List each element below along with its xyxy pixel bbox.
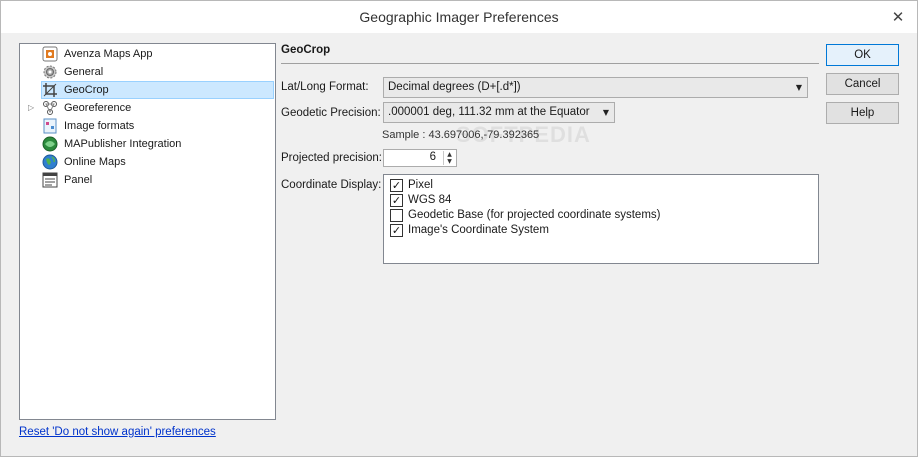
tree-item-online-maps[interactable]: Online Maps <box>42 153 274 171</box>
tree-item-avenza-maps-app[interactable]: Avenza Maps App <box>42 45 274 63</box>
reset-preferences-link[interactable]: Reset 'Do not show again' preferences <box>19 426 216 438</box>
tree-item-label: Online Maps <box>64 156 126 168</box>
stepper-buttons: ▲ ▼ <box>443 151 455 165</box>
checkbox-checked[interactable]: ✓ <box>390 193 403 207</box>
title-bar: Geographic Imager Preferences ✕ <box>1 1 917 33</box>
coordinate-display-list[interactable]: ✓ Pixel ✓ WGS 84 Geodetic Base (for proj… <box>383 174 819 264</box>
chevron-down-icon: ▼ <box>795 83 802 92</box>
sample-coordinates: Sample : 43.697006,-79.392365 <box>382 129 540 141</box>
geodetic-precision-label: Geodetic Precision: <box>281 107 381 119</box>
tree-item-label: MAPublisher Integration <box>64 138 182 150</box>
tree-item-label: General <box>64 66 104 78</box>
coord-option-label: Pixel <box>408 179 433 191</box>
coord-option-wgs84[interactable]: ✓ WGS 84 <box>390 193 451 207</box>
ok-button[interactable]: OK <box>826 44 899 66</box>
coordinate-display-label: Coordinate Display: <box>281 179 382 191</box>
help-button[interactable]: Help <box>826 102 899 124</box>
section-title: GeoCrop <box>281 44 331 56</box>
projected-precision-stepper[interactable]: 6 ▲ ▼ <box>383 149 457 167</box>
coord-option-geodetic-base[interactable]: Geodetic Base (for projected coordinate … <box>390 208 660 222</box>
preferences-window: Geographic Imager Preferences ✕ Avenza M… <box>0 0 918 457</box>
avenza-maps-icon <box>42 46 58 62</box>
coord-option-label: WGS 84 <box>408 194 452 206</box>
stepper-down-icon[interactable]: ▼ <box>444 158 455 165</box>
tree-item-label: Avenza Maps App <box>64 48 153 60</box>
checkbox-checked[interactable]: ✓ <box>390 223 403 237</box>
expand-georeference-icon[interactable]: ▷ <box>28 103 38 113</box>
coord-option-pixel[interactable]: ✓ Pixel <box>390 178 433 192</box>
stepper-up-icon[interactable]: ▲ <box>444 151 455 158</box>
chevron-down-icon: ▼ <box>602 108 609 117</box>
coord-option-image-coordinate-system[interactable]: ✓ Image's Coordinate System <box>390 223 549 237</box>
globe-icon <box>42 154 58 170</box>
latlong-format-label: Lat/Long Format: <box>281 81 369 93</box>
section-divider <box>281 63 819 64</box>
tree-item-geocrop[interactable]: GeoCrop <box>41 81 274 99</box>
mapublisher-icon <box>42 136 58 152</box>
checkbox-unchecked[interactable] <box>390 208 403 222</box>
image-formats-icon <box>42 118 58 134</box>
tree-item-mapublisher-integration[interactable]: MAPublisher Integration <box>42 135 274 153</box>
latlong-format-select[interactable]: Decimal degrees (D+[.d*]) ▼ <box>383 77 808 98</box>
coord-option-label: Image's Coordinate System <box>408 224 549 236</box>
checkbox-checked[interactable]: ✓ <box>390 178 403 192</box>
geodetic-precision-select[interactable]: .000001 deg, 111.32 mm at the Equator ▼ <box>383 102 615 123</box>
panel-icon <box>42 172 58 188</box>
crop-icon <box>42 82 58 98</box>
tree-item-label: Panel <box>64 174 93 186</box>
latlong-format-value: Decimal degrees (D+[.d*]) <box>388 81 521 93</box>
coord-option-label: Geodetic Base (for projected coordinate … <box>408 209 661 221</box>
preferences-tree[interactable]: Avenza Maps App General GeoCrop ▷ Georef… <box>19 43 276 420</box>
georeference-icon <box>42 100 58 116</box>
projected-precision-label: Projected precision: <box>281 152 382 164</box>
gear-icon <box>42 64 58 80</box>
tree-item-general[interactable]: General <box>42 63 274 81</box>
tree-item-label: GeoCrop <box>64 84 109 96</box>
geodetic-precision-value: .000001 deg, 111.32 mm at the Equator <box>388 106 590 118</box>
window-title: Geographic Imager Preferences <box>359 9 559 25</box>
tree-item-georeference[interactable]: Georeference <box>42 99 274 117</box>
tree-item-image-formats[interactable]: Image formats <box>42 117 274 135</box>
tree-item-label: Georeference <box>64 102 132 114</box>
close-icon[interactable]: ✕ <box>889 8 907 26</box>
tree-item-label: Image formats <box>64 120 135 132</box>
tree-item-panel[interactable]: Panel <box>42 171 274 189</box>
projected-precision-value: 6 <box>429 151 436 163</box>
cancel-button[interactable]: Cancel <box>826 73 899 95</box>
